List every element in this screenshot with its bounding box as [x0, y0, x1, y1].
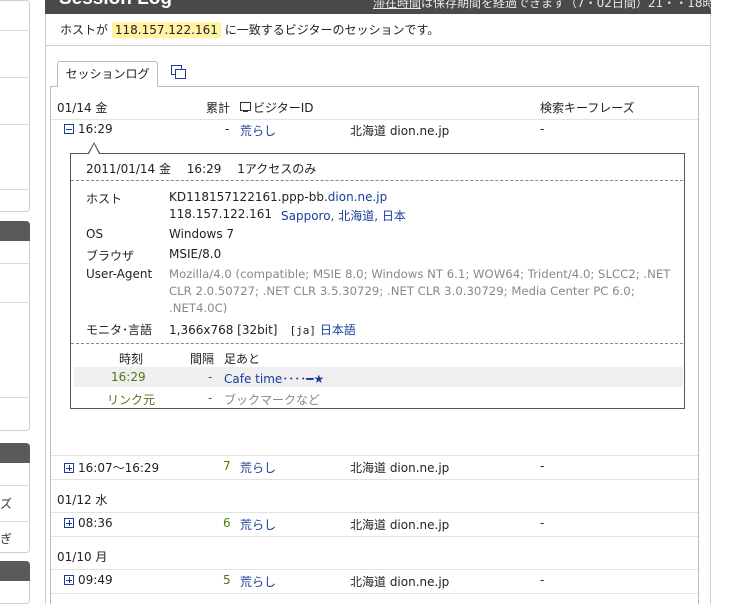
session-location: 北海道 dion.ne.jp	[350, 124, 450, 138]
host-geo-link[interactable]: Sapporo, 北海道, 日本	[281, 207, 406, 224]
label-browser: ブラウザ	[86, 249, 135, 263]
column-search: 検索キーフレーズ	[540, 101, 635, 115]
user-agent-value: Mozilla/4.0 (compatible; MSIE 8.0; Windo…	[169, 267, 671, 315]
label-os: OS	[86, 227, 104, 241]
session-row: 09:49 5 荒らし 北海道 dion.ne.jp -	[51, 570, 698, 592]
host-ip-highlight: 118.157.122.161	[111, 22, 221, 38]
session-location: 北海道 dion.ne.jp	[350, 518, 450, 532]
session-row: 16:29 - 荒らし 北海道 dion.ne.jp -	[51, 119, 698, 141]
session-count: 5	[223, 573, 231, 587]
lang-link[interactable]: 日本語	[320, 323, 356, 337]
sidebar-header	[0, 221, 30, 241]
tab-session-log[interactable]: セッションログ	[57, 61, 158, 87]
referrer-interval: -	[208, 391, 213, 405]
monitor-lang: 1,366x768 [32bit] [ja] 日本語	[169, 323, 356, 337]
host-name: KD118157122161.ppp-bb.dion.ne.jp	[169, 190, 388, 204]
referrer-value: ブックマークなど	[224, 393, 321, 407]
detail-pointer	[88, 142, 100, 154]
host-domain-link[interactable]: dion.ne.jp	[328, 190, 387, 204]
sidebar-header	[0, 561, 30, 581]
session-search: -	[540, 573, 545, 587]
session-search: -	[540, 516, 545, 530]
visitor-link[interactable]: 荒らし	[240, 573, 276, 590]
host-filter-line: ホストが 118.157.122.161 に一致するビジターのセッションです。	[60, 22, 440, 38]
visitor-link[interactable]: 荒らし	[240, 459, 276, 476]
monitor-icon	[240, 102, 251, 113]
host-ip: 118.157.122.161	[169, 207, 273, 221]
sidebar-text[interactable]: ズ	[0, 495, 12, 512]
session-count: 6	[223, 516, 231, 530]
label-user-agent: User-Agent	[86, 267, 153, 281]
referrer-label: リンク元	[107, 393, 156, 407]
session-count: -	[225, 122, 230, 136]
session-toggle[interactable]: 16:07～16:29	[64, 459, 159, 476]
session-location: 北海道 dion.ne.jp	[350, 461, 450, 475]
sidebar-panel	[0, 0, 30, 212]
detail-summary: 2011/01/14 金 16:29 1アクセスのみ	[86, 162, 317, 176]
retention-link[interactable]: 滞在時間	[373, 0, 421, 10]
step-time: 16:29	[111, 370, 146, 384]
step-page-link[interactable]: Cafe time････━★	[224, 370, 324, 387]
label-host: ホスト	[86, 192, 123, 206]
collapse-icon[interactable]	[64, 124, 74, 134]
divider	[45, 45, 711, 46]
step-interval: -	[208, 370, 213, 384]
session-count: 7	[223, 459, 231, 473]
expand-icon[interactable]	[64, 463, 74, 473]
steps-header-interval: 間隔	[190, 352, 215, 366]
session-search: -	[540, 459, 545, 473]
visitor-link[interactable]: 荒らし	[240, 516, 276, 533]
sidebar-header	[0, 443, 30, 463]
sidebar-panel	[0, 221, 30, 431]
page-title: Session Log	[59, 0, 172, 10]
left-sidebar: ズ ぎ	[0, 0, 32, 604]
session-row: 16:07～16:29 7 荒らし 北海道 dion.ne.jp -	[51, 456, 698, 478]
date-group-header: 01/10 月	[51, 545, 698, 567]
session-search: -	[540, 122, 545, 136]
retention-note: 滞在時間は保存期間を経過できます（7・02日間）21・・18時間）	[373, 0, 711, 11]
date-group-header: 01/14 金 累計 ビジターID 検索キーフレーズ	[51, 96, 698, 118]
steps-header-footprint: 足あと	[224, 352, 261, 366]
date-group-header: 01/12 水	[51, 488, 698, 510]
session-toggle[interactable]: 09:49	[64, 573, 113, 587]
steps-header-time: 時刻	[119, 352, 144, 366]
date-label: 01/14 金	[57, 101, 108, 115]
sidebar-text[interactable]: ぎ	[0, 530, 12, 547]
date-label: 01/12 水	[57, 493, 108, 507]
date-label: 01/10 月	[57, 550, 108, 564]
expand-icon[interactable]	[64, 518, 74, 528]
session-location: 北海道 dion.ne.jp	[350, 575, 450, 589]
column-visitor-id: ビジターID	[240, 99, 314, 116]
session-row: 08:36 6 荒らし 北海道 dion.ne.jp -	[51, 513, 698, 535]
os-value: Windows 7	[169, 227, 235, 241]
expand-icon[interactable]	[64, 575, 74, 585]
copy-icon[interactable]	[171, 65, 186, 79]
page-title-bar: Session Log 滞在時間は保存期間を経過できます（7・02日間）21・・…	[45, 0, 711, 14]
visitor-link[interactable]: 荒らし	[240, 122, 276, 139]
session-toggle[interactable]: 16:29	[64, 122, 113, 136]
step-row-highlight	[74, 367, 683, 387]
session-detail: 2011/01/14 金 16:29 1アクセスのみ ホスト KD1181571…	[70, 153, 685, 409]
column-total: 累計	[206, 101, 231, 115]
session-toggle[interactable]: 08:36	[64, 516, 113, 530]
browser-value: MSIE/8.0	[169, 247, 222, 261]
label-monitor: モニタ･言語	[86, 323, 153, 337]
